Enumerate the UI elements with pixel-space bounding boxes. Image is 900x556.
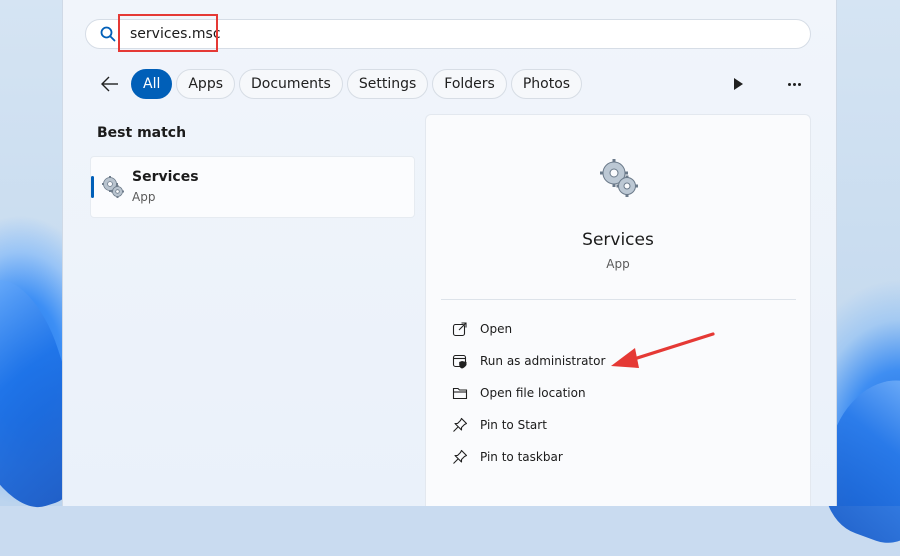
action-pin-to-start[interactable]: Pin to Start	[452, 414, 547, 436]
filter-photos[interactable]: Photos	[510, 69, 583, 99]
more-options-button[interactable]	[783, 75, 805, 93]
filter-apps[interactable]: Apps	[176, 69, 236, 99]
ellipsis-dot	[792, 82, 796, 86]
play-icon	[734, 78, 743, 90]
start-search-panel: All Apps Documents Settings Folders Phot…	[62, 0, 837, 506]
search-icon	[100, 26, 116, 42]
action-run-as-administrator[interactable]: Run as administrator	[452, 350, 605, 372]
search-box[interactable]	[85, 19, 811, 49]
action-label: Run as administrator	[480, 354, 606, 368]
filter-settings[interactable]: Settings	[346, 69, 429, 99]
back-arrow-icon	[101, 76, 118, 92]
divider	[441, 299, 796, 300]
action-label: Open file location	[480, 386, 586, 400]
detail-app-type: App	[606, 257, 630, 271]
action-pin-to-taskbar[interactable]: Pin to taskbar	[452, 446, 563, 468]
filter-documents[interactable]: Documents	[239, 69, 343, 99]
filter-all[interactable]: All	[131, 69, 173, 99]
result-name: Services	[132, 169, 199, 185]
selection-indicator	[91, 176, 94, 198]
pin-icon	[453, 449, 468, 464]
filter-bar: All Apps Documents Settings Folders Phot…	[131, 69, 583, 99]
app-detail-pane: Services App Open Run as administrator O…	[425, 114, 811, 506]
action-label: Open	[480, 322, 513, 336]
ellipsis-dot	[797, 82, 801, 86]
action-open[interactable]: Open	[452, 318, 512, 340]
pin-icon	[453, 417, 468, 432]
search-input[interactable]	[130, 24, 430, 44]
more-filters-button[interactable]	[729, 75, 747, 93]
shield-admin-icon	[452, 354, 467, 369]
action-open-file-location[interactable]: Open file location	[452, 382, 586, 404]
ellipsis-dot	[787, 82, 791, 86]
best-match-heading: Best match	[97, 125, 187, 141]
open-external-icon	[452, 322, 467, 337]
detail-app-name: Services	[582, 230, 654, 250]
filter-folders[interactable]: Folders	[432, 69, 507, 99]
services-gears-icon	[102, 176, 124, 198]
folder-icon	[452, 387, 468, 400]
services-gears-icon	[600, 159, 638, 197]
result-type: App	[132, 190, 156, 204]
back-button[interactable]	[99, 74, 121, 94]
action-label: Pin to taskbar	[480, 450, 563, 464]
action-label: Pin to Start	[480, 418, 547, 432]
best-match-result[interactable]: Services App	[90, 156, 415, 218]
